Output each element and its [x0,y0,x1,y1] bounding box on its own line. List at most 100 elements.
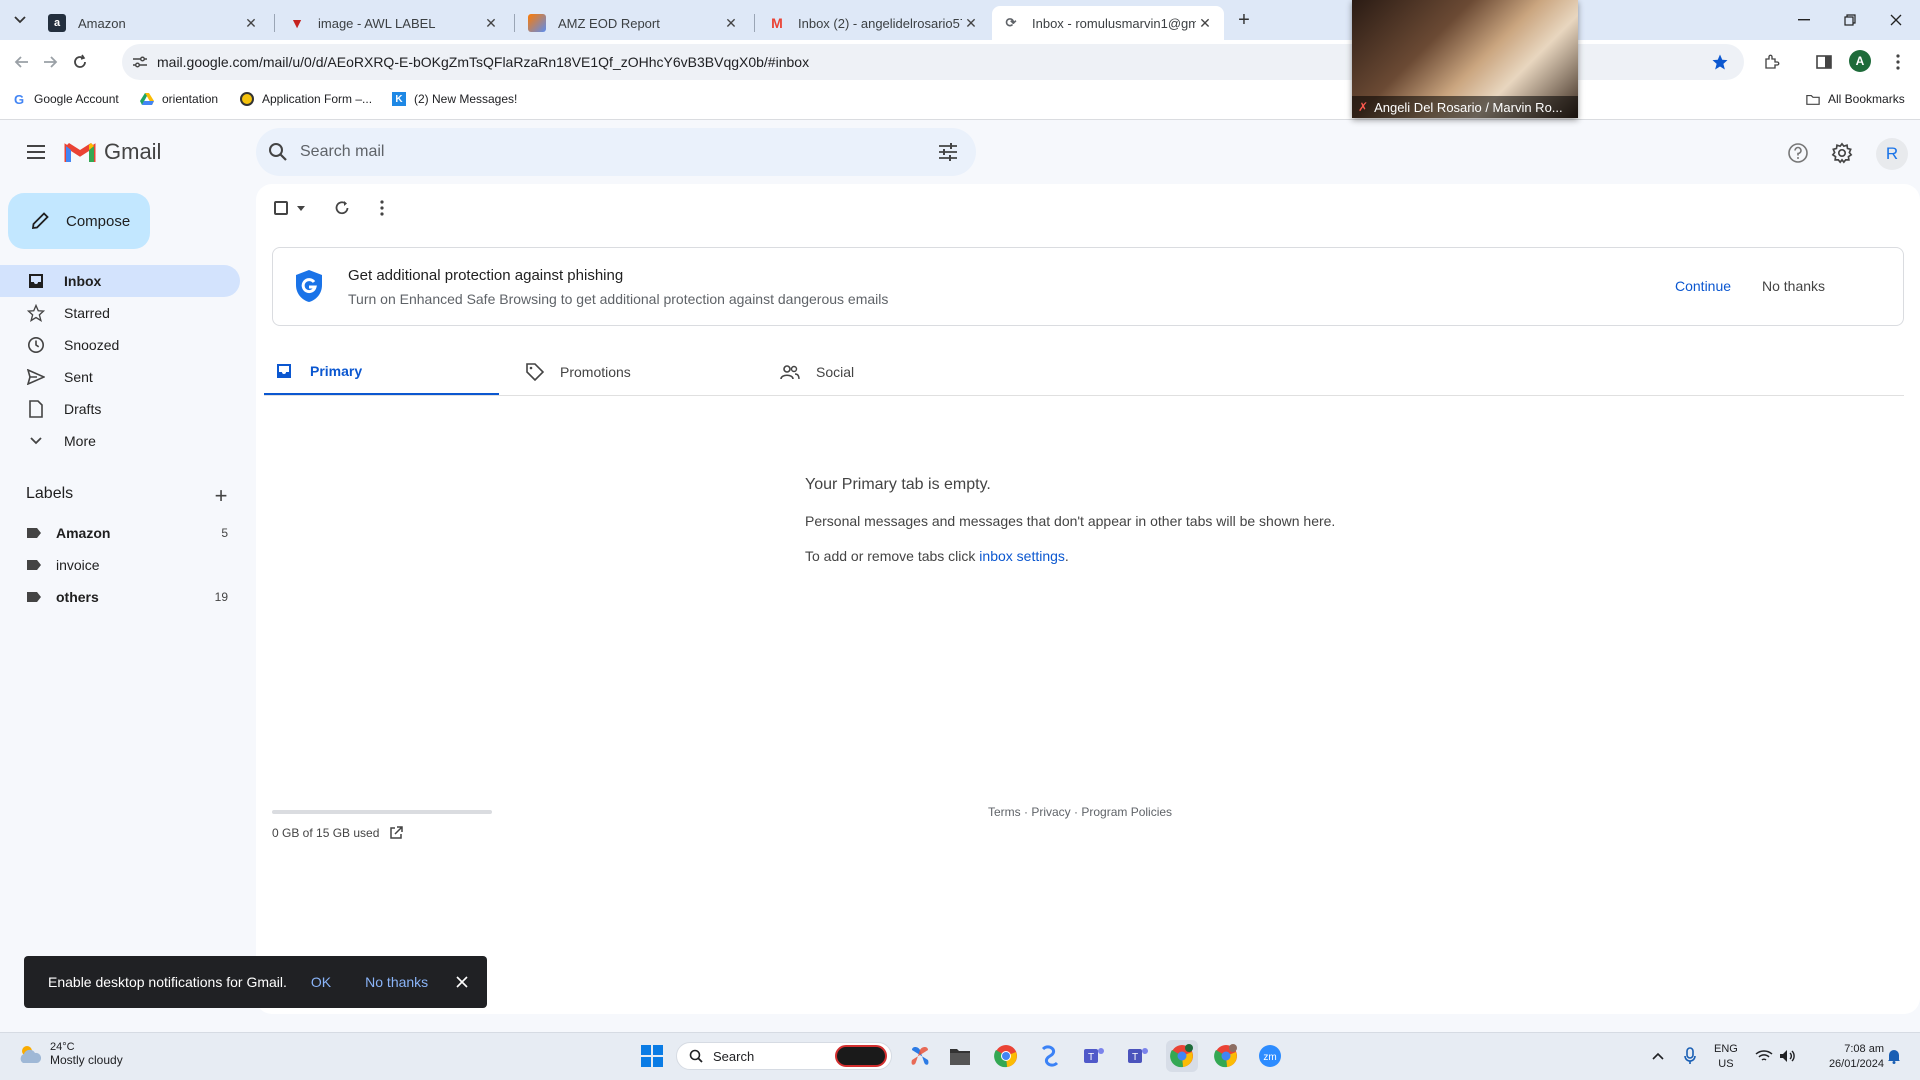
sidebar-item-sent[interactable]: Sent [0,361,240,393]
sidebar-item-snoozed[interactable]: Snoozed [0,329,240,361]
more-actions-icon[interactable] [370,196,394,220]
clock[interactable]: 7:08 am 26/01/2024 [1818,1042,1884,1072]
tab-primary[interactable]: Primary [264,348,499,396]
sidebar-item-drafts[interactable]: Drafts [0,393,240,425]
close-tab-icon[interactable]: ✕ [242,14,260,32]
restore-icon[interactable] [1830,8,1870,32]
no-thanks-button[interactable]: No thanks [1762,278,1825,294]
file-explorer-icon[interactable] [944,1040,976,1072]
tab-promotions[interactable]: Promotions [516,348,751,396]
add-label-icon[interactable]: + [209,483,233,508]
url-text: mail.google.com/mail/u/0/d/AEoRXRQ-E-bOK… [157,54,810,70]
bookmark-new-messages[interactable]: K (2) New Messages! [392,92,517,106]
profile-avatar[interactable]: A [1849,50,1871,72]
account-avatar[interactable]: R [1876,138,1908,170]
star-icon [24,304,48,322]
microphone-icon[interactable] [1680,1046,1700,1066]
tab-amazon[interactable]: a Amazon ✕ [38,6,270,40]
app-icon-blue[interactable] [1034,1040,1066,1072]
tab-awl-label[interactable]: ▼ image - AWL LABEL ✕ [278,6,510,40]
label-tag-icon [26,527,42,539]
tab-inbox-romulus[interactable]: ⟳ Inbox - romulusmarvin1@gmail ✕ [992,6,1224,40]
site-info-icon[interactable] [130,52,150,72]
all-bookmarks[interactable]: All Bookmarks [1806,92,1905,106]
continue-button[interactable]: Continue [1675,278,1731,294]
open-external-icon[interactable] [389,826,404,840]
muted-mic-icon: ✗ [1358,100,1369,114]
back-icon[interactable] [8,48,36,76]
pencil-icon [28,209,52,233]
search-icon[interactable] [266,140,290,164]
sidebar-item-inbox[interactable]: Inbox [0,265,240,297]
video-call-overlay[interactable]: ✗ Angeli Del Rosario / Marvin Ro... [1352,0,1578,118]
label-invoice[interactable]: invoice [0,549,240,581]
toast-ok-button[interactable]: OK [311,974,331,990]
chrome-profile-b-icon[interactable] [1210,1040,1242,1072]
sidebar-item-label: Inbox [64,273,102,289]
privacy-link[interactable]: Privacy [1031,805,1070,819]
gmail-logo[interactable]: Gmail [64,139,161,165]
close-window-icon[interactable] [1876,8,1916,32]
browser-tab-strip: a Amazon ✕ ▼ image - AWL LABEL ✕ AMZ EOD… [0,0,1920,40]
label-others[interactable]: others 19 [0,581,240,613]
close-tab-icon[interactable]: ✕ [962,14,980,32]
weather-widget[interactable]: 24°C Mostly cloudy [16,1040,123,1068]
compose-button[interactable]: Compose [8,193,150,249]
chrome-icon[interactable] [990,1040,1022,1072]
labels-heading: Labels [26,485,74,502]
sidebar-item-starred[interactable]: Starred [0,297,240,329]
toast-close-icon[interactable] [456,976,468,988]
search-bar[interactable]: Search mail [256,128,976,176]
tab-amz-eod-report[interactable]: AMZ EOD Report ✕ [518,6,750,40]
copilot-icon[interactable] [904,1040,936,1072]
bookmark-application-form[interactable]: Application Form –... [240,92,372,106]
start-button[interactable] [636,1040,668,1072]
reload-stop-icon[interactable] [66,48,94,76]
side-panel-icon[interactable] [1812,50,1836,74]
refresh-icon[interactable] [330,196,354,220]
browser-menu-icon[interactable] [1886,50,1910,74]
tab-search-icon[interactable] [8,10,32,30]
svg-text:T: T [1132,1052,1138,1063]
new-tab-icon[interactable]: + [1232,8,1256,32]
close-tab-icon[interactable]: ✕ [722,14,740,32]
settings-gear-icon[interactable] [1830,141,1854,165]
k-favicon-icon: K [392,92,406,106]
chrome-profile-a-icon[interactable] [1166,1040,1198,1072]
inbox-settings-link[interactable]: inbox settings [979,548,1065,564]
minimize-icon[interactable] [1784,8,1824,32]
search-highlight-icon [835,1045,887,1067]
teams-icon[interactable]: T [1078,1040,1110,1072]
notification-bell-icon[interactable] [1884,1046,1904,1066]
terms-link[interactable]: Terms [988,805,1021,819]
footer-separator: · [1020,805,1032,819]
zoom-icon[interactable]: zm [1254,1040,1286,1072]
program-policies-link[interactable]: Program Policies [1081,805,1172,819]
bookmark-google-account[interactable]: G Google Account [12,92,119,107]
cloudy-weather-icon [16,1040,44,1068]
tab-social[interactable]: Social [770,348,1005,396]
select-dropdown-icon[interactable] [294,202,308,214]
search-options-icon[interactable] [936,140,960,164]
language-indicator[interactable]: ENG US [1714,1042,1738,1072]
search-input[interactable]: Search mail [300,143,384,161]
close-tab-icon[interactable]: ✕ [482,14,500,32]
label-amazon[interactable]: Amazon 5 [0,517,240,549]
help-icon[interactable] [1786,141,1810,165]
sidebar-item-more[interactable]: More [0,425,240,457]
main-menu-icon[interactable] [22,140,50,164]
select-all-checkbox[interactable] [274,201,288,215]
bookmark-star-icon[interactable] [1708,50,1732,74]
taskbar-search[interactable]: Search [676,1042,892,1070]
wifi-icon[interactable] [1754,1046,1774,1066]
phishing-title: Get additional protection against phishi… [348,267,624,284]
close-tab-icon[interactable]: ✕ [1196,14,1214,32]
tab-inbox-angeli[interactable]: M Inbox (2) - angelidelrosario579@ ✕ [758,6,990,40]
teams-icon-2[interactable]: T [1122,1040,1154,1072]
extensions-icon[interactable] [1760,50,1784,74]
forward-icon[interactable] [36,48,64,76]
volume-icon[interactable] [1778,1046,1798,1066]
show-hidden-icons[interactable] [1648,1046,1668,1066]
bookmark-orientation[interactable]: orientation [140,92,218,106]
toast-no-thanks-button[interactable]: No thanks [365,974,428,990]
